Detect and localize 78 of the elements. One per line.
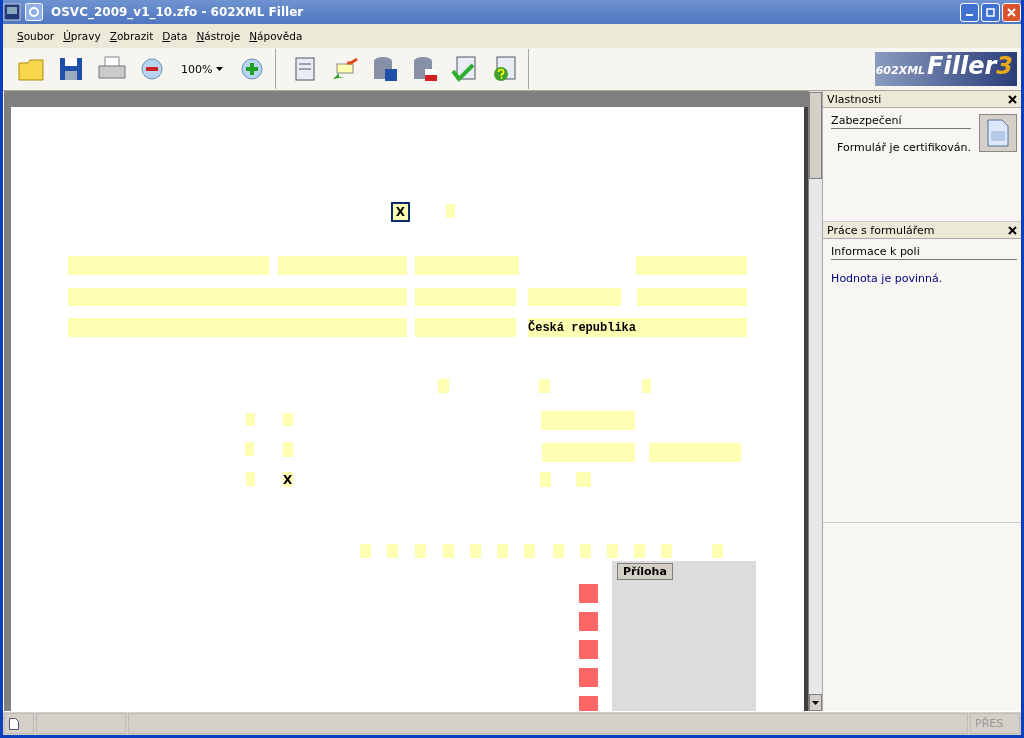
input-field[interactable] [68, 288, 407, 306]
mode-indicator: PŘES [970, 713, 1020, 734]
input-field[interactable] [245, 442, 254, 456]
close-icon[interactable] [1008, 94, 1017, 104]
menu-item[interactable]: Nástroje [196, 30, 241, 42]
required-field[interactable] [579, 584, 598, 603]
required-field[interactable] [579, 696, 598, 711]
input-field[interactable] [438, 379, 449, 393]
input-field[interactable] [415, 318, 516, 337]
input-field[interactable] [497, 544, 508, 558]
minimize-icon [966, 14, 973, 16]
page-icon [9, 717, 19, 730]
section-title: Zabezpečení [831, 114, 971, 129]
input-field[interactable] [637, 288, 747, 306]
required-field[interactable] [579, 612, 598, 631]
checkbox[interactable]: X [391, 202, 410, 222]
close-button[interactable] [1002, 2, 1021, 22]
maximize-button[interactable] [981, 2, 1000, 22]
hint-text: Hodnota je povinná. [831, 272, 944, 285]
input-field[interactable] [712, 544, 723, 558]
panel-title: Práce s formulářem [827, 223, 935, 237]
input-field[interactable] [283, 413, 293, 426]
system-menu-icon[interactable] [25, 3, 43, 21]
menu-item[interactable]: Zobrazit [109, 30, 154, 42]
input-field[interactable] [283, 442, 293, 457]
input-field[interactable] [415, 256, 519, 275]
scrollbar[interactable] [809, 91, 823, 711]
status-text: Formulář je certifikován. [836, 141, 971, 154]
input-field[interactable] [634, 544, 645, 558]
minimize-button[interactable] [960, 2, 979, 22]
input-field[interactable] [524, 544, 535, 558]
logo: 602XML Filler3 [875, 52, 1017, 86]
menu-item[interactable]: Nápověda [249, 30, 303, 42]
input-field[interactable] [68, 256, 269, 275]
input-field[interactable] [446, 204, 455, 218]
input-field[interactable]: Česká republika [528, 318, 747, 337]
input-field[interactable] [470, 544, 481, 558]
input-field[interactable] [649, 443, 741, 462]
input-field[interactable] [415, 544, 426, 558]
input-field[interactable] [539, 379, 550, 393]
input-field[interactable] [278, 256, 407, 275]
section-title: Informace k poli [831, 245, 1017, 260]
input-field[interactable] [246, 472, 255, 486]
menu-item[interactable]: Soubor [17, 30, 55, 42]
close-icon[interactable] [1008, 225, 1017, 235]
panel-title: Vlastnosti [827, 92, 882, 106]
caret-icon [216, 67, 224, 71]
app-icon [3, 3, 21, 21]
input-field[interactable] [246, 413, 255, 426]
attachment-button[interactable]: Příloha [617, 563, 673, 580]
input-field[interactable] [68, 318, 407, 337]
input-field[interactable] [443, 544, 454, 558]
scroll-thumb[interactable] [809, 92, 823, 179]
down-arrow-icon[interactable] [812, 700, 820, 705]
window-title: OSVC_2009_v1_10.zfo - 602XML Filler [51, 5, 304, 19]
input-field[interactable] [415, 288, 516, 306]
input-field[interactable] [541, 411, 635, 430]
input-field[interactable] [642, 379, 651, 393]
input-field[interactable] [387, 544, 398, 558]
input-field[interactable] [580, 544, 591, 558]
input-field[interactable] [528, 288, 621, 306]
document-button[interactable] [979, 114, 1017, 152]
input-field[interactable] [553, 544, 564, 558]
input-field[interactable] [360, 544, 371, 558]
input-field[interactable] [576, 472, 591, 487]
zoom-dropdown[interactable]: 100% [175, 62, 230, 76]
input-field[interactable] [636, 256, 747, 275]
input-field[interactable] [607, 544, 618, 558]
checkbox[interactable]: X [283, 472, 293, 487]
maximize-icon [986, 7, 995, 17]
required-field[interactable] [579, 640, 598, 659]
menu-item[interactable]: Úpravy [63, 30, 101, 42]
menu-item[interactable]: Data [162, 30, 188, 42]
input-field[interactable] [542, 443, 635, 462]
required-field[interactable] [579, 668, 598, 687]
input-field[interactable] [540, 472, 551, 487]
close-icon [1007, 7, 1016, 17]
input-field[interactable] [661, 544, 672, 558]
